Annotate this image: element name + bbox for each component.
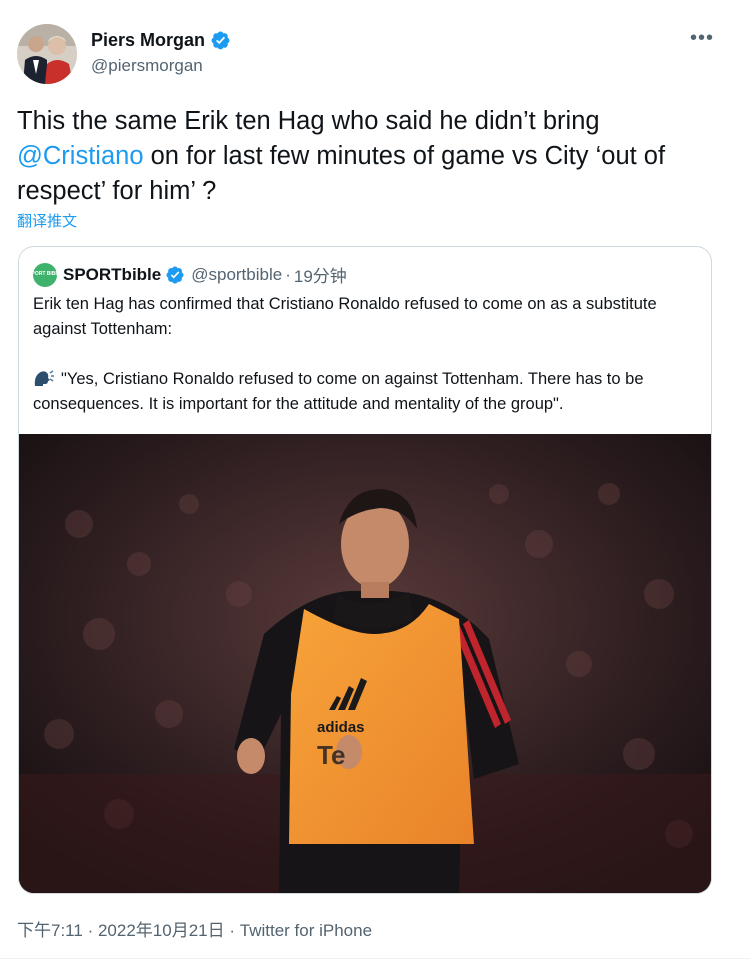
- tweet-text-start: This the same Erik ten Hag who said he d…: [17, 107, 600, 135]
- footer-sep-1: ·: [87, 921, 94, 940]
- speaking-head-icon: [34, 370, 54, 386]
- translate-tweet-link[interactable]: 翻译推文: [17, 210, 77, 231]
- author-avatar[interactable]: [17, 24, 77, 84]
- author-name-text: Piers Morgan: [91, 30, 206, 50]
- avatar-photo-icon: [17, 24, 77, 84]
- verified-badge-icon: [166, 265, 184, 284]
- player-photo: adidas Te: [19, 434, 711, 893]
- quoted-paragraph-2-wrap: "Yes, Cristiano Ronaldo refused to come …: [33, 367, 698, 417]
- quoted-paragraph-2: "Yes, Cristiano Ronaldo refused to come …: [33, 370, 644, 413]
- quoted-tweet[interactable]: SPORT BIBLE SPORTbible @sportbible · 19分…: [18, 246, 712, 894]
- quoted-tweet-header: SPORT BIBLE SPORTbible @sportbible · 19分…: [28, 262, 347, 287]
- tweet-text: This the same Erik ten Hag who said he d…: [17, 104, 727, 209]
- sportbible-avatar-text: SPORT BIBLE: [28, 271, 62, 277]
- verified-badge-icon: [211, 31, 230, 50]
- tweet-footer: 下午7:11 · 2022年10月21日 · Twitter for iPhon…: [17, 916, 372, 941]
- footer-date[interactable]: 2022年10月21日: [98, 921, 225, 940]
- mention-link[interactable]: @Cristiano: [17, 142, 144, 170]
- bib-sponsor-text: Te: [317, 740, 345, 770]
- divider: [0, 958, 750, 959]
- footer-time[interactable]: 下午7:11: [17, 921, 83, 940]
- footer-source[interactable]: Twitter for iPhone: [240, 921, 372, 940]
- quoted-tweet-image[interactable]: adidas Te: [19, 434, 711, 893]
- author-handle[interactable]: @piersmorgan: [91, 56, 203, 76]
- more-options-icon[interactable]: •••: [690, 28, 714, 52]
- quoted-paragraph-1: Erik ten Hag has confirmed that Cristian…: [33, 295, 657, 338]
- quoted-timestamp[interactable]: 19分钟: [294, 262, 347, 287]
- quoted-author-name[interactable]: SPORTbible: [63, 265, 161, 285]
- quoted-separator: ·: [285, 264, 291, 284]
- bib-brand-text: adidas: [317, 719, 365, 736]
- quoted-tweet-text: Erik ten Hag has confirmed that Cristian…: [33, 292, 698, 417]
- quoted-author-handle[interactable]: @sportbible: [191, 265, 282, 285]
- author-name[interactable]: Piers Morgan: [91, 30, 231, 51]
- sportbible-avatar[interactable]: SPORT BIBLE: [28, 262, 62, 287]
- tweet: Piers Morgan @piersmorgan ••• This the s…: [0, 0, 750, 961]
- footer-sep-2: ·: [229, 921, 236, 940]
